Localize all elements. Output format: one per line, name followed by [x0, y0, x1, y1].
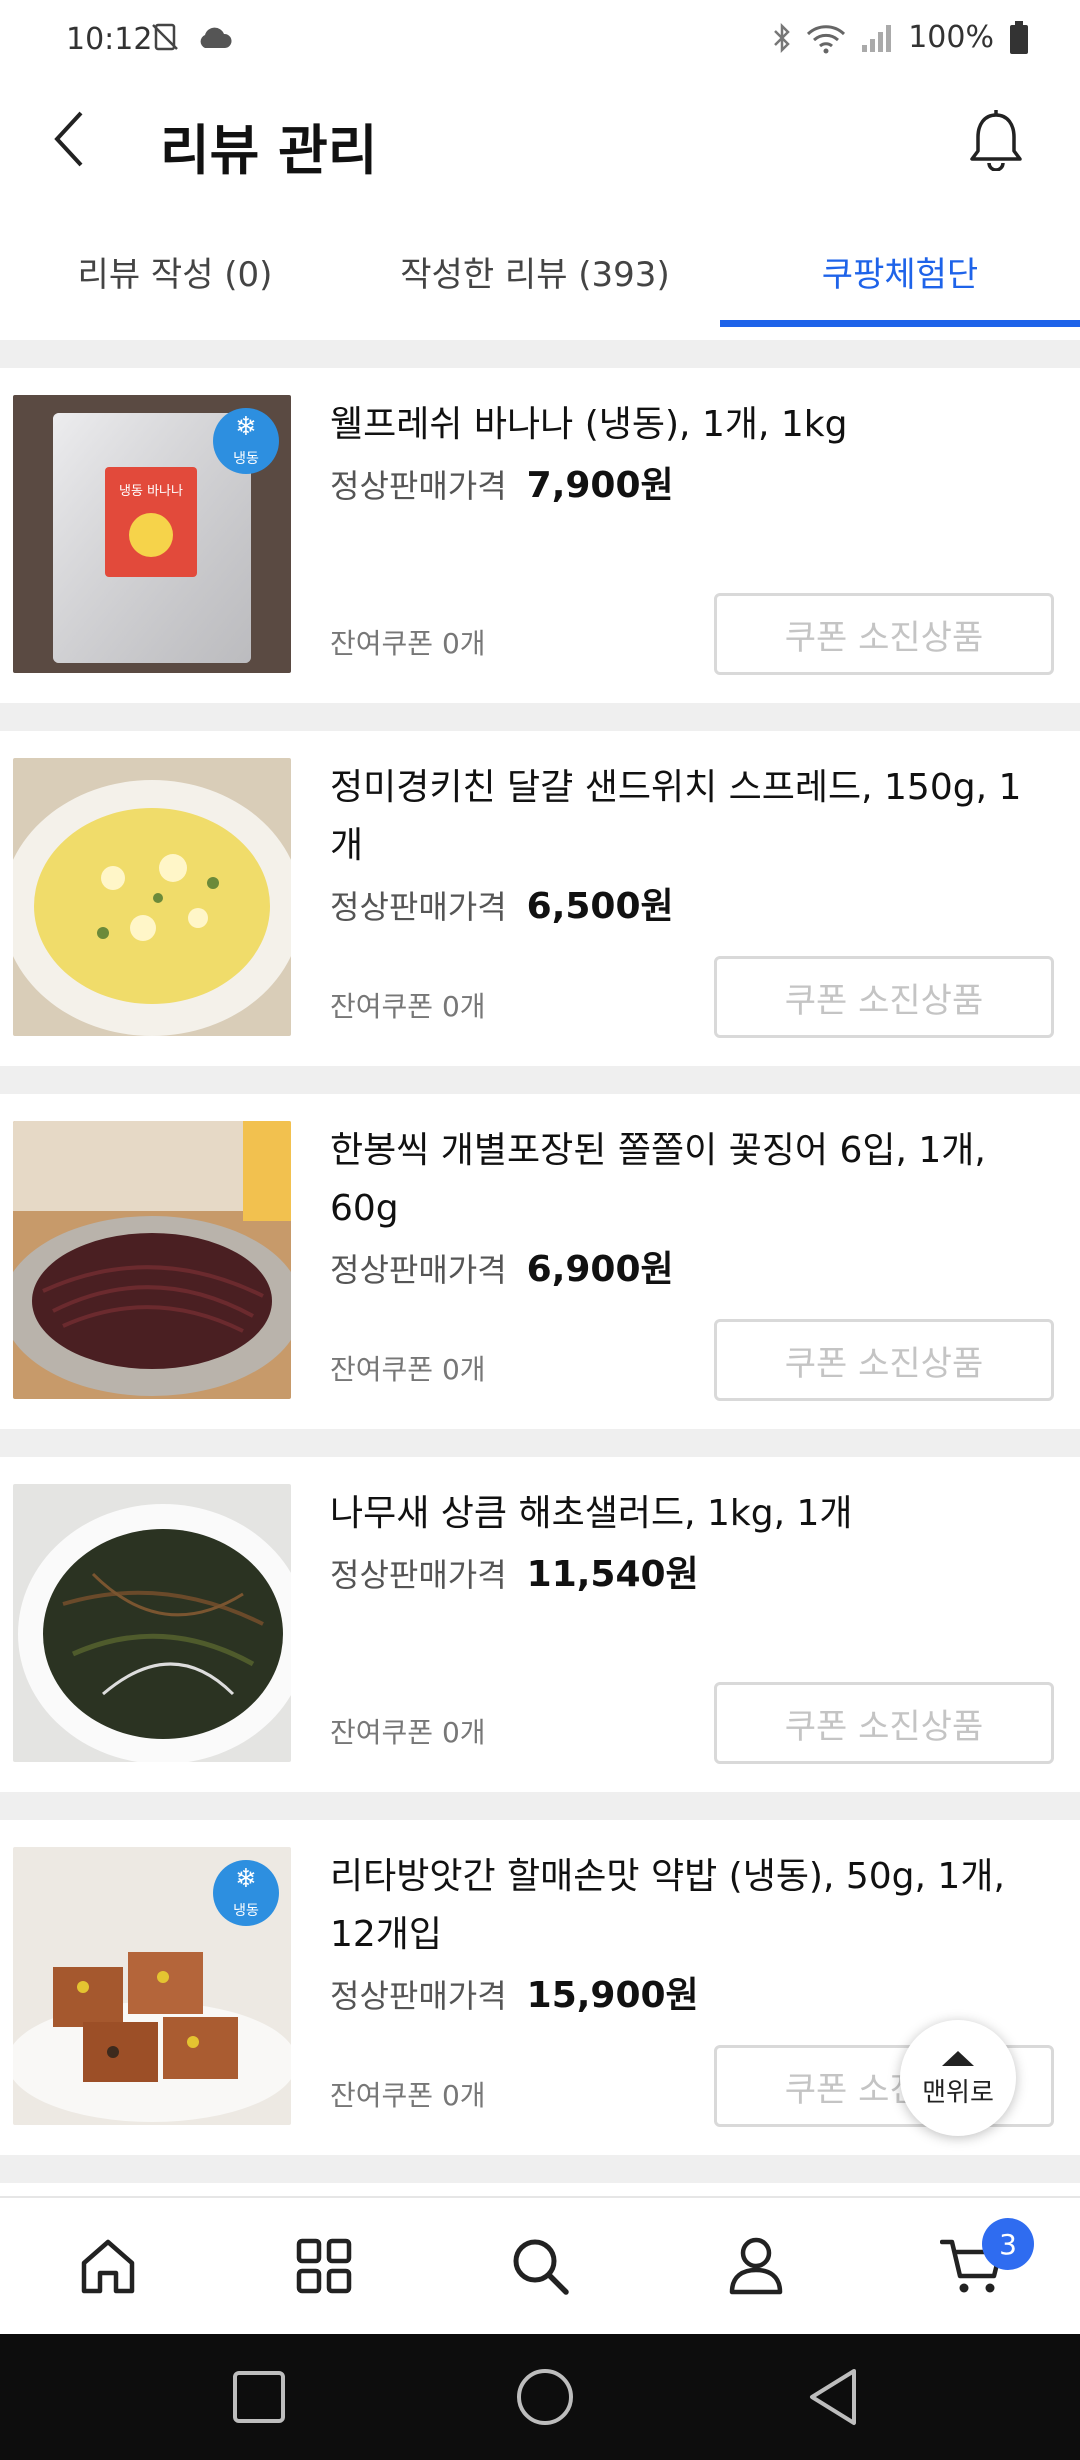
cart-count-badge: 3: [982, 2218, 1034, 2270]
coupon-soldout-button[interactable]: 쿠폰 소진상품: [714, 1682, 1054, 1764]
scroll-to-top-label: 맨위로: [922, 2077, 994, 2108]
price-row: 정상판매가격 6,900원: [330, 1240, 674, 1292]
bottom-nav: 3: [0, 2196, 1080, 2334]
recents-button[interactable]: [216, 2354, 302, 2440]
product-image[interactable]: 냉동 바나나 ❄ 냉동: [13, 395, 291, 673]
tab-written-reviews[interactable]: 작성한 리뷰 (393): [350, 215, 720, 327]
battery-percent: 100%: [908, 20, 994, 55]
price-value: 15,900원: [526, 1975, 699, 2016]
coupons-left: 잔여쿠폰 0개: [330, 1353, 486, 1386]
triangle-back-icon: [810, 2369, 856, 2425]
nav-home[interactable]: [48, 2198, 168, 2334]
product-image[interactable]: ❄ 냉동: [13, 1847, 291, 2125]
price-value: 7,900원: [526, 465, 674, 506]
nav-search[interactable]: [480, 2198, 600, 2334]
price-label: 정상판매가격: [330, 1977, 507, 2015]
frozen-badge: 냉동: [233, 451, 259, 467]
home-icon: [81, 2239, 135, 2294]
price-label: 정상판매가격: [330, 1556, 507, 1594]
wifi-icon: [807, 24, 846, 53]
search-icon: [513, 2239, 569, 2295]
price-value: 6,500원: [526, 886, 674, 927]
product-image[interactable]: [13, 1121, 291, 1399]
circle-icon: [517, 2369, 573, 2425]
coupons-left: 잔여쿠폰 0개: [330, 990, 486, 1023]
price-row: 정상판매가격 15,900원: [330, 1966, 699, 2018]
coupons-left: 잔여쿠폰 0개: [330, 2079, 486, 2112]
tab-coupang-experience[interactable]: 쿠팡체험단: [720, 215, 1080, 327]
nav-cart[interactable]: 3: [912, 2198, 1034, 2334]
tab-write-review[interactable]: 리뷰 작성 (0): [0, 215, 350, 327]
price-row: 정상판매가격 7,900원: [330, 456, 674, 508]
battery-icon: [1010, 20, 1028, 54]
list-item: 냉동 바나나 ❄ 냉동 웰프레쉬 바나나 (냉동), 1개, 1kg 정상판매가…: [0, 368, 1080, 703]
nav-my-coupang[interactable]: [696, 2198, 816, 2334]
product-list: 냉동 바나나 ❄ 냉동 웰프레쉬 바나나 (냉동), 1개, 1kg 정상판매가…: [0, 340, 1080, 2183]
notification-button[interactable]: [956, 100, 1036, 180]
price-value: 6,900원: [526, 1249, 674, 1290]
product-image[interactable]: [13, 758, 291, 1036]
snowflake-icon: ❄: [235, 1864, 257, 1894]
product-name[interactable]: 나무새 상큼 해초샐러드, 1kg, 1개: [330, 1485, 1050, 1543]
page-title: 리뷰 관리: [160, 119, 378, 182]
price-row: 정상판매가격 6,500원: [330, 877, 674, 929]
price-label: 정상판매가격: [330, 467, 507, 505]
bell-icon: [970, 110, 1022, 171]
svg-text:냉동 바나나: 냉동 바나나: [119, 484, 183, 499]
product-name[interactable]: 리타방앗간 할매손맛 약밥 (냉동), 50g, 1개, 12개입: [330, 1848, 1050, 1964]
coupons-left: 잔여쿠폰 0개: [330, 627, 486, 660]
product-image[interactable]: [13, 1484, 291, 1762]
coupon-soldout-button[interactable]: 쿠폰 소진상품: [714, 1319, 1054, 1401]
bluetooth-icon: [774, 22, 790, 53]
cloud-icon: [200, 27, 232, 48]
grid-icon: [296, 2238, 352, 2294]
status-bar: 10:12 100%: [0, 0, 1080, 80]
system-nav-bar: [0, 2334, 1080, 2460]
product-name[interactable]: 정미경키친 달걀 샌드위치 스프레드, 150g, 1개: [330, 759, 1050, 875]
list-item: 정미경키친 달걀 샌드위치 스프레드, 150g, 1개 정상판매가격 6,50…: [0, 731, 1080, 1066]
square-icon: [233, 2371, 285, 2423]
price-value: 11,540원: [526, 1554, 699, 1595]
nosim-icon: [152, 23, 178, 51]
coupon-soldout-button[interactable]: 쿠폰 소진상품: [714, 956, 1054, 1038]
list-item: 나무새 상큼 해초샐러드, 1kg, 1개 정상판매가격 11,540원 잔여쿠…: [0, 1457, 1080, 1792]
app-header: 리뷰 관리: [0, 80, 1080, 200]
price-row: 정상판매가격 11,540원: [330, 1545, 699, 1597]
product-name[interactable]: 웰프레쉬 바나나 (냉동), 1개, 1kg: [330, 396, 1050, 454]
coupon-soldout-button[interactable]: 쿠폰 소진상품: [714, 593, 1054, 675]
snowflake-icon: ❄: [235, 412, 257, 442]
chevron-left-icon: [54, 111, 83, 167]
price-label: 정상판매가격: [330, 888, 507, 926]
nav-categories[interactable]: [264, 2198, 384, 2334]
list-item: 한봉씩 개별포장된 쫄쫄이 꽃징어 6입, 1개, 60g 정상판매가격 6,9…: [0, 1094, 1080, 1429]
home-system-button[interactable]: [502, 2354, 588, 2440]
caret-up-icon: [942, 2050, 974, 2066]
product-name[interactable]: 한봉씩 개별포장된 쫄쫄이 꽃징어 6입, 1개, 60g: [330, 1122, 1050, 1238]
back-button[interactable]: [36, 104, 106, 174]
frozen-badge: 냉동: [233, 1903, 259, 1919]
coupons-left: 잔여쿠폰 0개: [330, 1716, 486, 1749]
back-system-button[interactable]: [790, 2354, 876, 2440]
price-label: 정상판매가격: [330, 1251, 507, 1289]
user-icon: [729, 2237, 783, 2295]
scroll-to-top-button[interactable]: 맨위로: [900, 2020, 1016, 2136]
signal-icon: [862, 24, 892, 52]
review-tabs: 리뷰 작성 (0) 작성한 리뷰 (393) 쿠팡체험단: [0, 215, 1080, 327]
status-time: 10:12: [66, 22, 153, 57]
